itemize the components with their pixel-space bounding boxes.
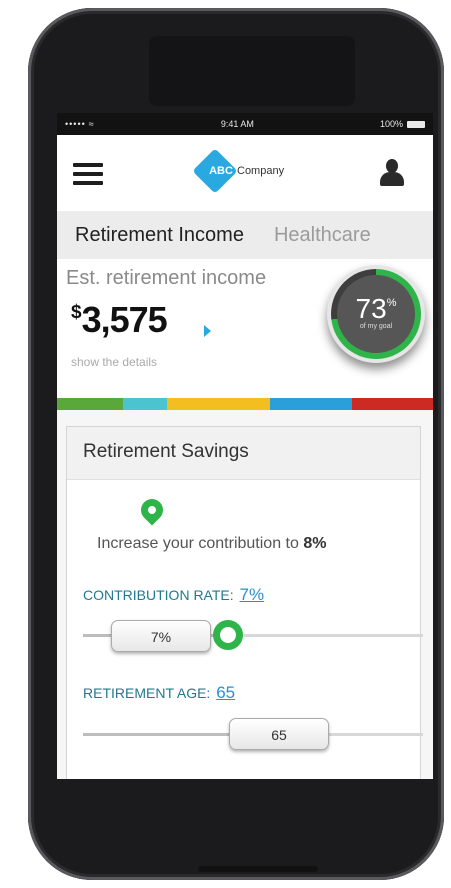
location-pin-icon: [136, 494, 168, 526]
logo-abc-text: ABC: [209, 165, 233, 177]
tab-bar: Retirement Income Healthcare: [57, 211, 433, 259]
currency-symbol: $: [71, 302, 82, 323]
contribution-rate-title: CONTRIBUTION RATE:: [83, 587, 234, 603]
income-label: Est. retirement income: [66, 267, 267, 289]
profile-icon[interactable]: [379, 159, 405, 187]
expand-arrow-icon[interactable]: [204, 325, 211, 337]
goal-percent-sign: %: [386, 297, 397, 309]
app-screen: ••••• ≈ 9:41 AM 100% Company ABC Retirem…: [57, 113, 433, 779]
goal-gauge-core: 73% of my goal: [337, 275, 415, 353]
color-bar-segment: [352, 398, 433, 410]
wifi-icon: ≈: [88, 119, 95, 129]
income-amount: $3,575: [71, 299, 168, 341]
retirement-savings-card: Retirement Savings Increase your contrib…: [66, 426, 423, 779]
color-bar-segment: [57, 398, 123, 410]
phone-chin: [198, 866, 318, 872]
color-bar-segment: [270, 398, 352, 410]
contribution-slider-value[interactable]: 7%: [111, 620, 211, 652]
contribution-rate-value[interactable]: 7%: [240, 585, 265, 604]
retirement-age-slider-fill: [83, 733, 243, 736]
logo-company-text: Company: [237, 165, 285, 177]
contribution-tip: Increase your contribution to 8%: [97, 535, 326, 553]
battery-text: 100%: [379, 119, 403, 129]
retirement-age-slider-handle[interactable]: 65: [229, 718, 329, 750]
battery-icon: [407, 120, 425, 128]
tip-text: Increase your contribution to: [97, 535, 304, 552]
status-bar: ••••• ≈ 9:41 AM 100%: [57, 113, 433, 135]
contribution-slider-handle[interactable]: [213, 620, 243, 650]
savings-section: Retirement Savings Increase your contrib…: [57, 410, 433, 779]
income-summary: Est. retirement income $3,575 show the d…: [57, 259, 433, 398]
phone-speaker: [149, 36, 355, 106]
income-value: 3,575: [81, 299, 168, 340]
tip-value: 8%: [303, 535, 327, 552]
category-color-bar: [57, 398, 433, 410]
tab-healthcare[interactable]: Healthcare: [274, 224, 371, 247]
show-details-link[interactable]: show the details: [71, 355, 157, 369]
goal-gauge: 73% of my goal: [327, 265, 425, 363]
color-bar-segment: [167, 398, 270, 410]
goal-caption: of my goal: [359, 323, 393, 330]
retirement-age-label: RETIREMENT AGE: 65: [83, 683, 235, 703]
signal-indicator: ••••• ≈: [65, 119, 95, 129]
app-header: Company ABC: [57, 135, 433, 211]
goal-percent: 73: [355, 293, 387, 324]
hamburger-menu-icon[interactable]: [73, 163, 103, 185]
card-title: Retirement Savings: [83, 441, 249, 462]
retirement-age-title: RETIREMENT AGE:: [83, 685, 211, 701]
tab-retirement-income[interactable]: Retirement Income: [75, 224, 244, 247]
retirement-age-value[interactable]: 65: [216, 683, 235, 702]
signal-dots: •••••: [65, 119, 86, 129]
status-time: 9:41 AM: [220, 119, 254, 129]
contribution-rate-label: CONTRIBUTION RATE: 7%: [83, 585, 264, 605]
battery-indicator: 100%: [380, 119, 425, 129]
color-bar-segment: [123, 398, 167, 410]
